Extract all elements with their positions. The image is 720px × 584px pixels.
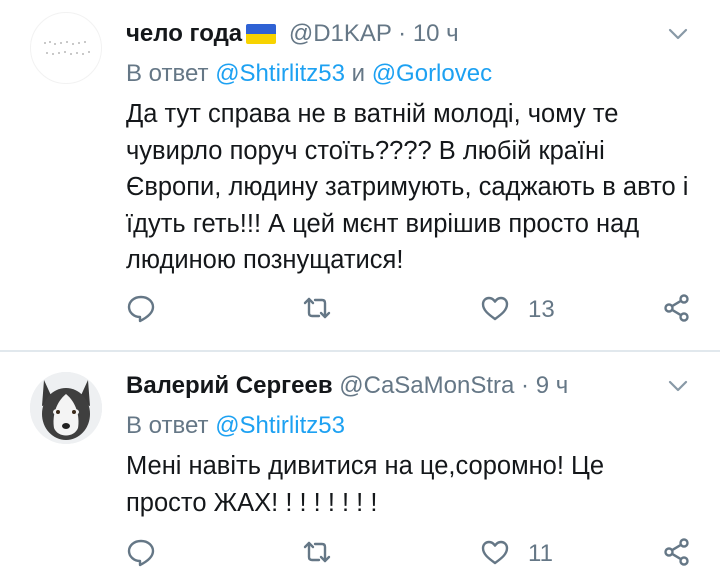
tweet-text: Да тут справа не в ватній молоді, чому т… xyxy=(126,100,689,274)
reply-icon xyxy=(126,537,156,572)
tweet[interactable]: Валерий Сергеев @CaSaMonStra · 9 ч В отв… xyxy=(0,352,720,584)
tweet-time[interactable]: 9 ч xyxy=(536,372,569,399)
tweet-header: Валерий Сергеев @CaSaMonStra · 9 ч xyxy=(126,370,660,402)
chevron-down-icon[interactable] xyxy=(666,22,690,46)
mention-link[interactable]: @Shtirlitz53 xyxy=(215,412,345,439)
share-icon xyxy=(662,293,692,328)
mention-link[interactable]: @Shtirlitz53 xyxy=(215,60,345,87)
reply-button[interactable] xyxy=(126,294,156,326)
author-handle[interactable]: @CaSaMonStra xyxy=(339,372,514,399)
ukraine-flag-icon xyxy=(246,24,277,44)
reply-joiner: и xyxy=(351,60,366,87)
tweet-actions: 13 xyxy=(126,293,692,328)
like-button[interactable]: 13 xyxy=(480,294,555,326)
like-count: 11 xyxy=(528,540,553,567)
author-handle[interactable]: @D1KAP xyxy=(289,20,392,47)
retweet-button[interactable] xyxy=(302,538,332,570)
tweet[interactable]: чело года @D1KAP · 10 ч В ответ @Shtirli… xyxy=(0,0,720,350)
like-icon xyxy=(480,537,510,572)
avatar[interactable] xyxy=(30,12,102,84)
tweet-text: Мені навіть дивитися на це,соромно! Це п… xyxy=(126,452,605,517)
share-button[interactable] xyxy=(662,537,692,572)
reply-icon xyxy=(126,293,156,328)
tweet-actions: 11 xyxy=(126,537,692,572)
mention-link[interactable]: @Gorlovec xyxy=(372,60,492,87)
reply-button[interactable] xyxy=(126,538,156,570)
like-button[interactable]: 11 xyxy=(480,538,553,570)
like-icon xyxy=(480,293,510,328)
author-name[interactable]: Валерий Сергеев xyxy=(126,372,333,399)
reply-context: В ответ @Shtirlitz53 и @Gorlovec xyxy=(126,58,492,90)
retweet-button[interactable] xyxy=(302,294,332,326)
retweet-icon xyxy=(302,537,332,572)
reply-prefix: В ответ xyxy=(126,60,209,87)
separator-dot: · xyxy=(398,20,407,47)
tweet-time[interactable]: 10 ч xyxy=(413,20,459,47)
separator-dot: · xyxy=(521,372,530,399)
reply-context: В ответ @Shtirlitz53 xyxy=(126,410,345,442)
share-icon xyxy=(662,537,692,572)
like-count: 13 xyxy=(528,296,555,323)
avatar[interactable] xyxy=(30,372,102,444)
chevron-down-icon[interactable] xyxy=(666,374,690,398)
author-name[interactable]: чело года xyxy=(126,20,242,47)
reply-prefix: В ответ xyxy=(126,412,209,439)
retweet-icon xyxy=(302,293,332,328)
tweet-header: чело года @D1KAP · 10 ч xyxy=(126,18,660,50)
share-button[interactable] xyxy=(662,293,692,328)
